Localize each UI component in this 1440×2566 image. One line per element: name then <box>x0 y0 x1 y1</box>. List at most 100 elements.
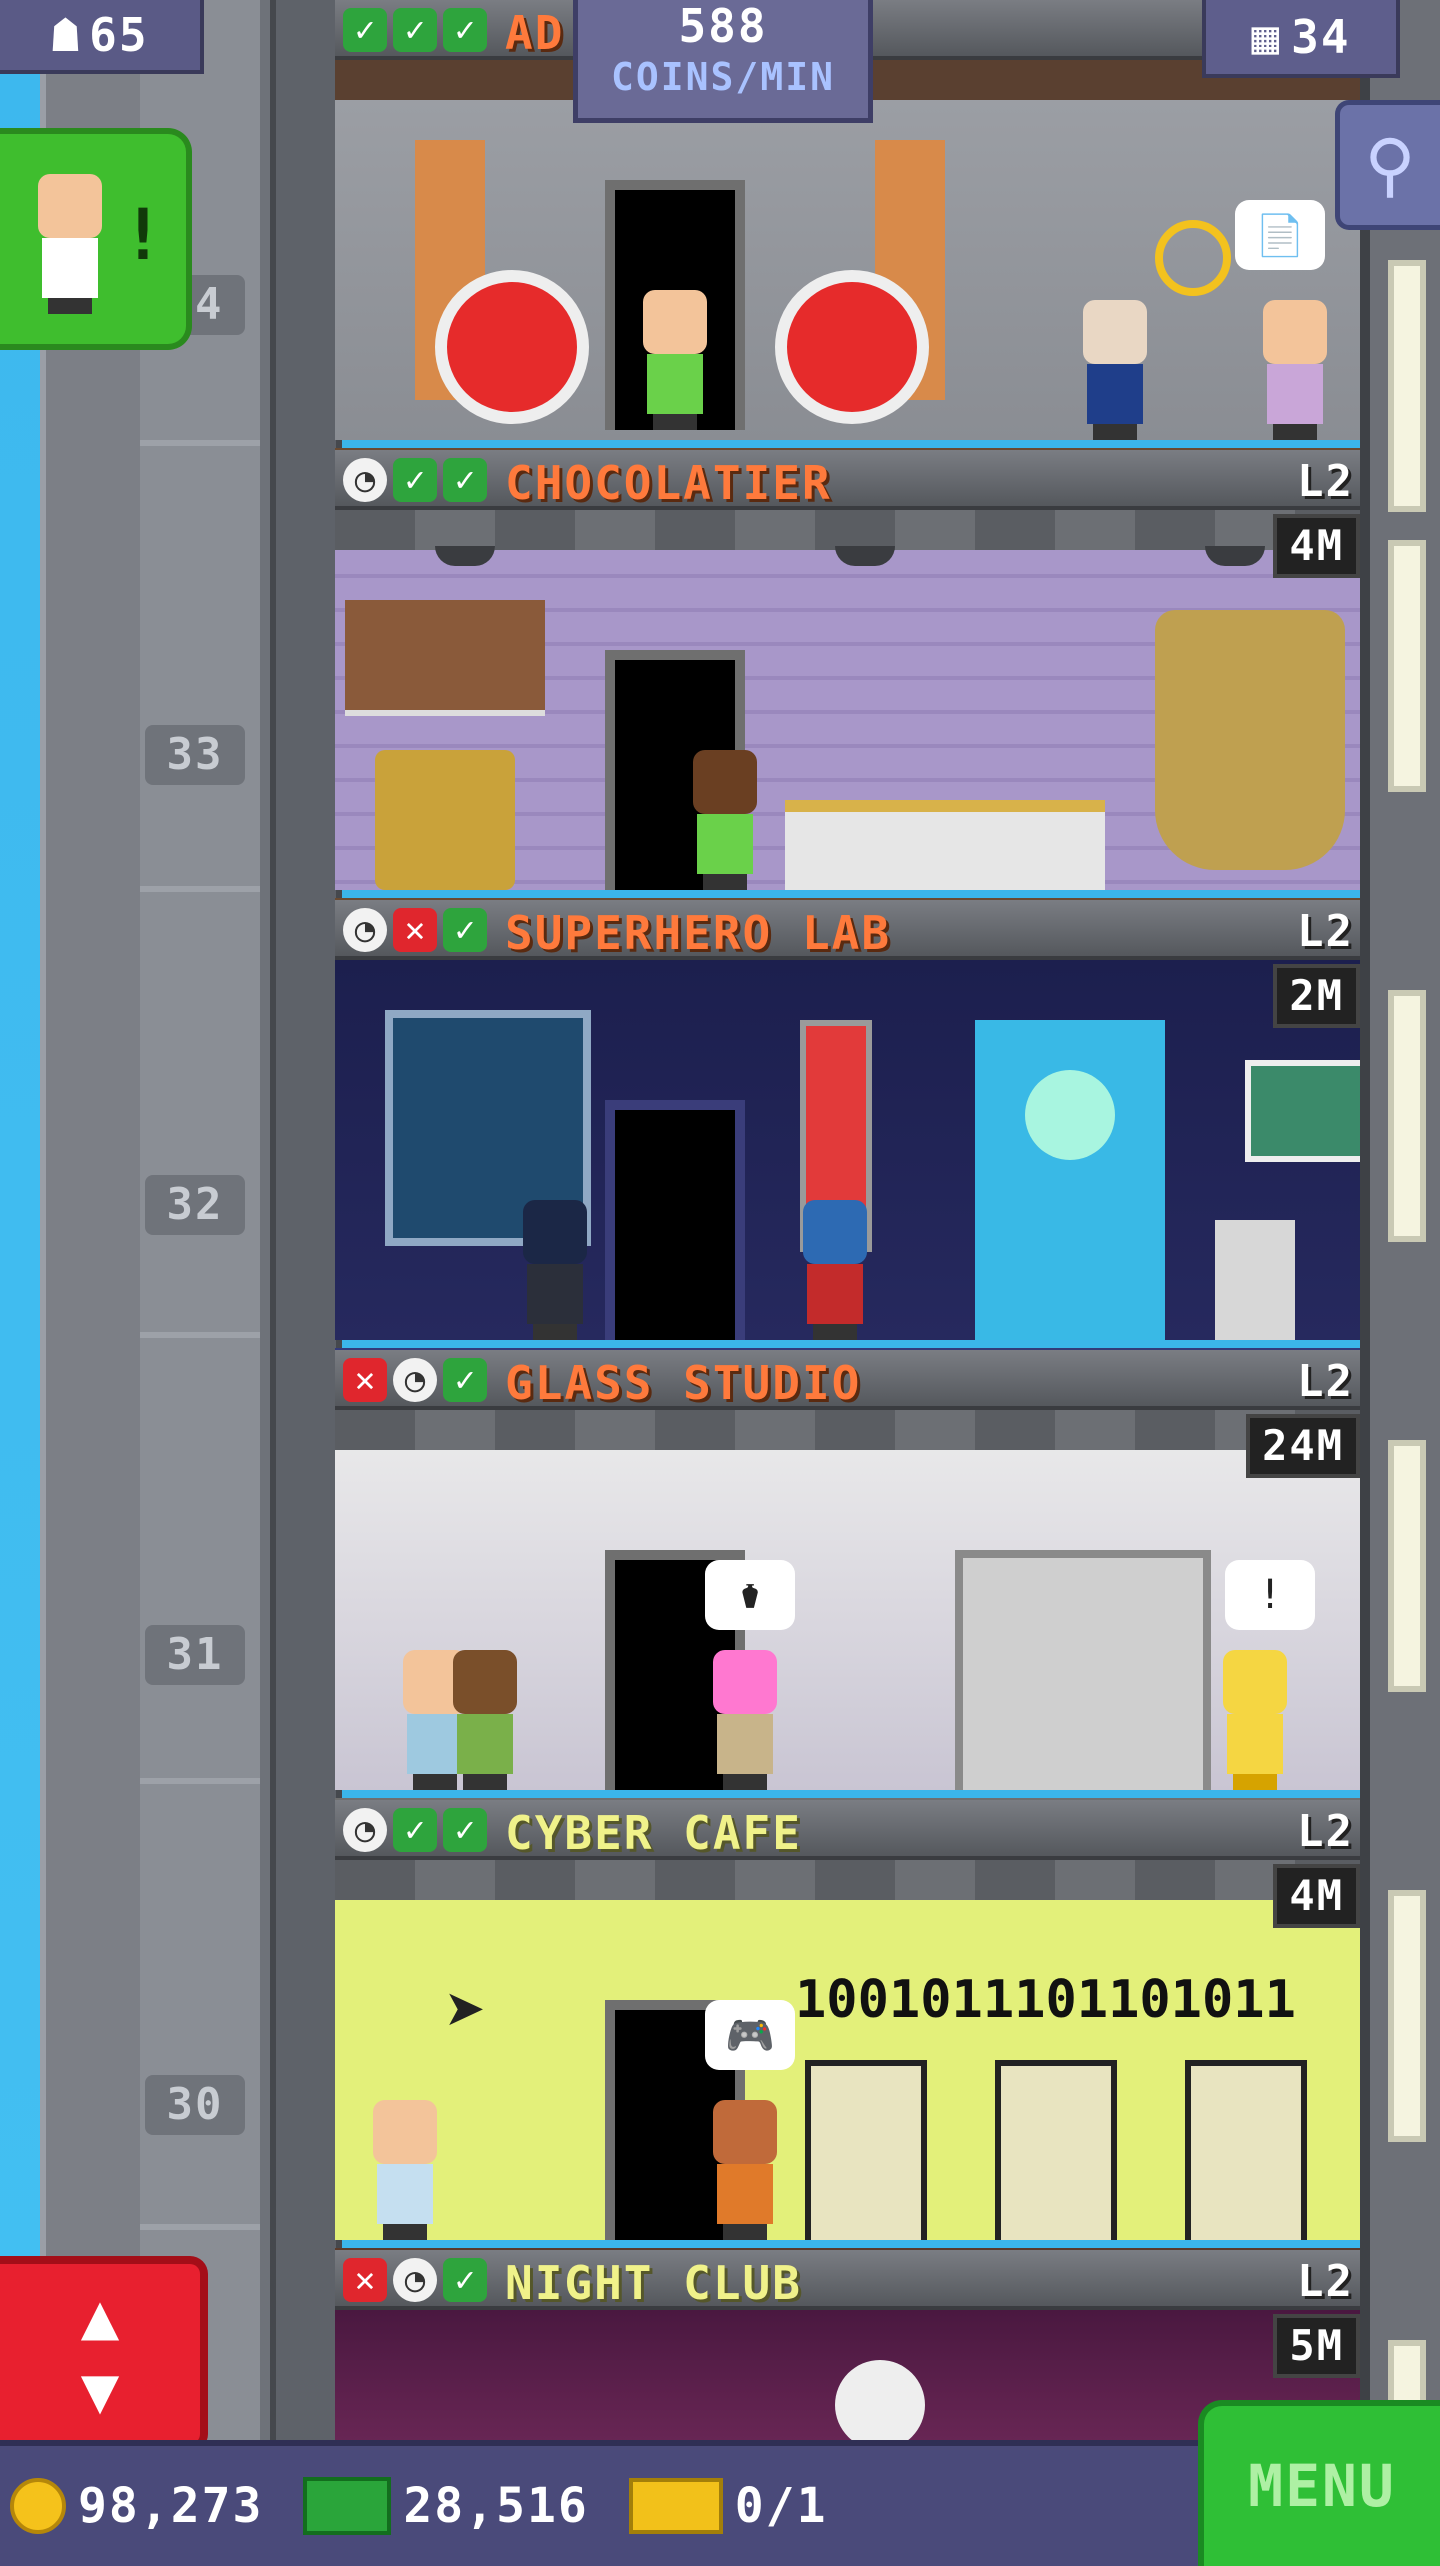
window <box>1388 1440 1426 1692</box>
floor-level: L2 <box>1297 1356 1354 1407</box>
check-icon: ✓ <box>443 1358 487 1402</box>
elevator-rail <box>270 0 342 2440</box>
chocolate-shelf <box>345 600 545 716</box>
floor-cyber-cafe[interactable]: ◔ ✓ ✓ CYBER CAFE L2 4M ➤ 🎮 1001011101101… <box>335 1800 1360 2260</box>
floor-header: ◔ ✓ ✓ CHOCOLATIER L2 <box>335 450 1360 510</box>
clock-icon: ◔ <box>343 908 387 952</box>
clock-icon: ◔ <box>393 2258 437 2302</box>
world-map-screen <box>1245 1060 1360 1162</box>
bitizen[interactable] <box>1075 300 1155 440</box>
floor-superhero-lab[interactable]: ◔ ✕ ✓ SUPERHERO LAB L2 2M <box>335 900 1360 1360</box>
bitizen[interactable] <box>365 2100 445 2240</box>
check-icon: ✓ <box>443 908 487 952</box>
floor-stock-timer: 4M <box>1273 1864 1360 1928</box>
coins-rate-value: 588 <box>678 0 768 53</box>
chocolate-pot <box>375 750 515 890</box>
person-icon: ☗ <box>51 8 82 62</box>
speech-bubble[interactable]: 🎮 <box>705 2000 795 2070</box>
coin-icon <box>10 2478 66 2534</box>
floor-status-icons: ◔ ✓ ✓ <box>343 458 487 502</box>
floor-stock-timer: 2M <box>1273 964 1360 1028</box>
floor-status-icons: ◔ ✓ ✓ <box>343 1808 487 1852</box>
cross-icon: ✕ <box>343 2258 387 2302</box>
coins-value: 98,273 <box>78 2478 264 2534</box>
floor-name: CHOCOLATIER <box>505 456 832 510</box>
population-counter[interactable]: ☗ 65 <box>0 0 204 74</box>
floor-status-icons: ✓ ✓ ✓ <box>343 8 487 52</box>
sky-background <box>0 0 40 2560</box>
speech-bubble[interactable]: 📄 <box>1235 200 1325 270</box>
floor-name: SUPERHERO LAB <box>505 906 892 960</box>
bitizen[interactable] <box>705 2100 785 2240</box>
floor-level: L2 <box>1297 1806 1354 1857</box>
bux-value: 28,516 <box>403 2478 589 2534</box>
floor-header: ✕ ◔ ✓ NIGHT CLUB L2 <box>335 2250 1360 2310</box>
bitizen[interactable] <box>635 290 715 430</box>
floor-header: ✕ ◔ ✓ GLASS STUDIO L2 <box>335 1350 1360 1410</box>
floor-room[interactable]: ⚱ ! <box>335 1410 1360 1790</box>
floor-stock-timer: 24M <box>1246 1414 1360 1478</box>
cross-icon: ✕ <box>343 1358 387 1402</box>
arrow-up-icon: ▲ <box>80 2280 120 2354</box>
bitizen[interactable] <box>705 1650 785 1790</box>
computer-station <box>805 2060 927 2240</box>
window <box>1388 540 1426 792</box>
cross-icon: ✕ <box>393 908 437 952</box>
floor-count-value: 34 <box>1291 10 1351 64</box>
magnifier-icon: ⚲ <box>1364 124 1416 206</box>
floor-header: ◔ ✕ ✓ SUPERHERO LAB L2 <box>335 900 1360 960</box>
speech-bubble[interactable]: ⚱ <box>705 1560 795 1630</box>
window <box>1388 260 1426 512</box>
egg-chair <box>435 270 589 424</box>
check-icon: ✓ <box>443 1808 487 1852</box>
bitizen[interactable] <box>685 750 765 890</box>
elevator-floor-number: 32 <box>145 1175 245 1235</box>
ceiling <box>335 510 1360 550</box>
floor-counter[interactable]: ▦ 34 <box>1202 0 1400 78</box>
computer-station <box>1185 2060 1307 2240</box>
visitor-button[interactable]: ! <box>0 128 192 350</box>
check-icon: ✓ <box>443 8 487 52</box>
bux-display[interactable]: 28,516 <box>303 2477 588 2535</box>
elevator-button[interactable]: ▲ ▼ <box>0 2256 208 2452</box>
building-wall-left <box>40 0 154 2440</box>
coins-rate-label: COINS/MIN <box>611 55 835 99</box>
floor-room[interactable]: ➤ 🎮 1001011101101011 <box>335 1860 1360 2240</box>
glass-display-shelf <box>955 1550 1211 1790</box>
coins-display[interactable]: 98,273 <box>10 2478 263 2534</box>
bitizen[interactable] <box>795 1200 875 1340</box>
computer-station <box>995 2060 1117 2240</box>
floor-glass-studio[interactable]: ✕ ◔ ✓ GLASS STUDIO L2 24M ⚱ ! <box>335 1350 1360 1810</box>
floor-chocolatier[interactable]: ◔ ✓ ✓ CHOCOLATIER L2 4M <box>335 450 1360 910</box>
bitizen[interactable] <box>445 1650 525 1790</box>
elevator-floor-number: 33 <box>145 725 245 785</box>
window <box>1388 990 1426 1242</box>
ring-icon <box>1155 220 1231 296</box>
tickets-display[interactable]: 0/1 <box>628 2478 828 2534</box>
search-button[interactable]: ⚲ <box>1335 100 1440 230</box>
computer-terminal <box>1215 1220 1295 1340</box>
visitor-avatar <box>30 174 110 314</box>
floor-room[interactable] <box>335 510 1360 890</box>
floor-door <box>605 1100 745 1340</box>
counter <box>785 800 1105 890</box>
ceiling-lamp <box>435 546 495 566</box>
alert-bubble[interactable]: ! <box>1225 1560 1315 1630</box>
ceiling <box>335 1860 1360 1900</box>
floor-stock-timer: 4M <box>1273 514 1360 578</box>
floor-room[interactable] <box>335 960 1360 1340</box>
bitizen[interactable] <box>515 1200 595 1340</box>
clock-icon: ◔ <box>393 1358 437 1402</box>
floor-header: ◔ ✓ ✓ CYBER CAFE L2 <box>335 1800 1360 1860</box>
building-icon: ▦ <box>1251 10 1282 64</box>
bitizen[interactable] <box>1215 1650 1295 1790</box>
floor-level: L2 <box>1297 2256 1354 2307</box>
tickets-value: 0/1 <box>734 2478 828 2534</box>
check-icon: ✓ <box>343 8 387 52</box>
bitizen[interactable] <box>1255 300 1335 440</box>
cursor-icon: ➤ <box>445 1970 488 2052</box>
check-icon: ✓ <box>393 8 437 52</box>
menu-button[interactable]: MENU <box>1198 2400 1440 2566</box>
arrow-down-icon: ▼ <box>80 2354 120 2428</box>
floor-name: AD <box>505 6 565 60</box>
